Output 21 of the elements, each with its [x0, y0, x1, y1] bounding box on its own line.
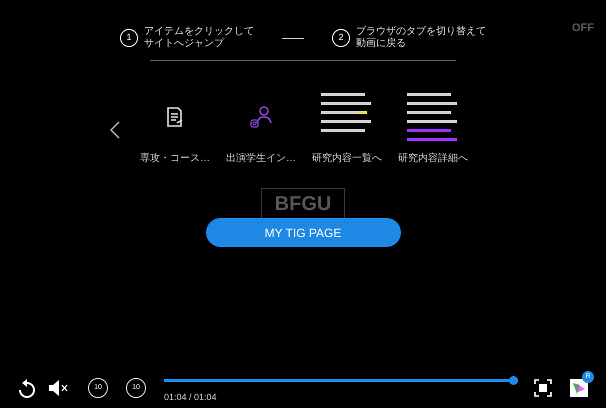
time-display: 01:04 / 01:04 — [164, 390, 218, 404]
progress-bar[interactable] — [164, 376, 518, 385]
item-label[interactable]: 専攻・コース… — [140, 151, 210, 166]
person-icon — [249, 105, 273, 129]
my-page-button[interactable]: MY TIG PAGE — [206, 218, 400, 247]
step-number: 1 — [120, 29, 138, 47]
progress-thumb[interactable] — [509, 376, 518, 385]
replay-icon[interactable] — [18, 378, 36, 398]
item-label[interactable]: 研究内容詳細へ — [398, 151, 468, 166]
step-text: ブラウザのタブを切り替えて — [356, 26, 486, 38]
app-icon[interactable] — [570, 379, 588, 397]
document-icon — [166, 107, 184, 127]
step-text: サイトへジャンプ — [144, 38, 226, 50]
mute-icon[interactable] — [48, 379, 70, 397]
item-label[interactable]: 研究内容一覧へ — [312, 151, 382, 166]
step-text: アイテムをクリックして — [144, 26, 254, 38]
fullscreen-icon[interactable] — [534, 379, 552, 397]
chevron-left-icon[interactable] — [110, 121, 120, 139]
step-number: 2 — [332, 29, 350, 47]
item-label[interactable]: 出演学生イン… — [226, 151, 296, 166]
step-text: 動画に戻る — [356, 38, 407, 50]
